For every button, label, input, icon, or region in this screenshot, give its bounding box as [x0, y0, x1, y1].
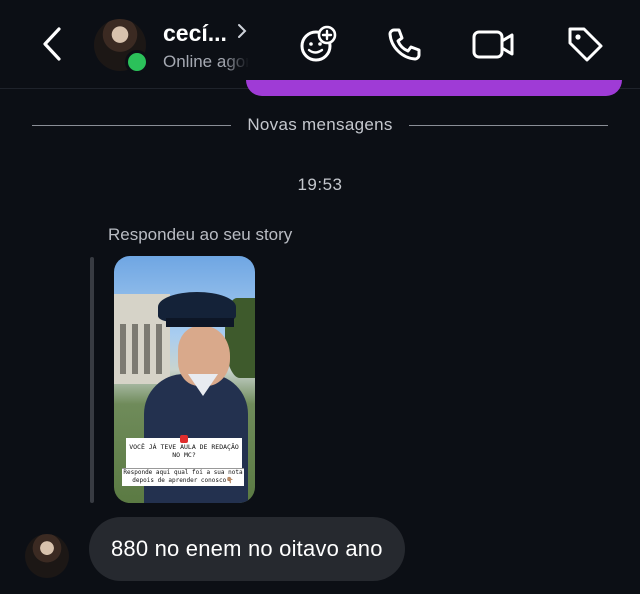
story-question-sticker: VOCÊ JÁ TEVE AULA DE REDAÇÃO NO MC?	[126, 435, 242, 468]
video-icon	[472, 30, 514, 59]
effects-icon	[300, 25, 337, 62]
message-bubble[interactable]: 880 no enem no oitavo ano	[89, 517, 405, 581]
divider-label: Novas mensagens	[247, 115, 393, 134]
contact-name: cecí...	[163, 19, 227, 46]
back-icon	[43, 27, 61, 61]
divider-line-left	[32, 124, 232, 126]
story-question-text: VOCÊ JÁ TEVE AULA DE REDAÇÃO NO MC?	[129, 443, 239, 459]
tag-icon	[568, 27, 603, 62]
divider-line-right	[408, 124, 608, 126]
contact-avatar-button[interactable]	[94, 19, 149, 74]
previous-sent-message[interactable]	[246, 80, 622, 96]
contact-status: Online agora	[163, 52, 249, 71]
story-reply-label: Respondeu ao seu story	[108, 225, 293, 244]
sender-avatar[interactable]	[25, 534, 69, 578]
chat-header: cecí... Online agora	[0, 0, 640, 89]
new-messages-divider: Novas mensagens	[32, 110, 608, 140]
tag-button[interactable]	[563, 22, 607, 66]
story-preview[interactable]: VOCÊ JÁ TEVE AULA DE REDAÇÃO NO MC? Resp…	[114, 256, 255, 503]
story-cap-band	[166, 318, 234, 327]
reply-indicator-bar	[90, 257, 94, 503]
flag-icon	[180, 435, 188, 443]
effects-button[interactable]	[296, 22, 340, 66]
online-indicator	[125, 50, 149, 74]
voice-call-button[interactable]	[382, 22, 426, 66]
contact-info-button[interactable]: cecí... Online agora	[163, 18, 273, 72]
message-timestamp: 19:53	[297, 175, 343, 194]
video-call-button[interactable]	[471, 22, 515, 66]
story-answer-text: Responde aqui qual foi a sua nota depois…	[123, 469, 243, 484]
back-button[interactable]	[36, 24, 68, 64]
message-text: 880 no enem no oitavo ano	[111, 536, 383, 561]
chevron-right-icon	[237, 23, 247, 44]
story-answer-sticker: Responde aqui qual foi a sua nota depois…	[122, 468, 244, 486]
phone-icon	[388, 28, 421, 61]
